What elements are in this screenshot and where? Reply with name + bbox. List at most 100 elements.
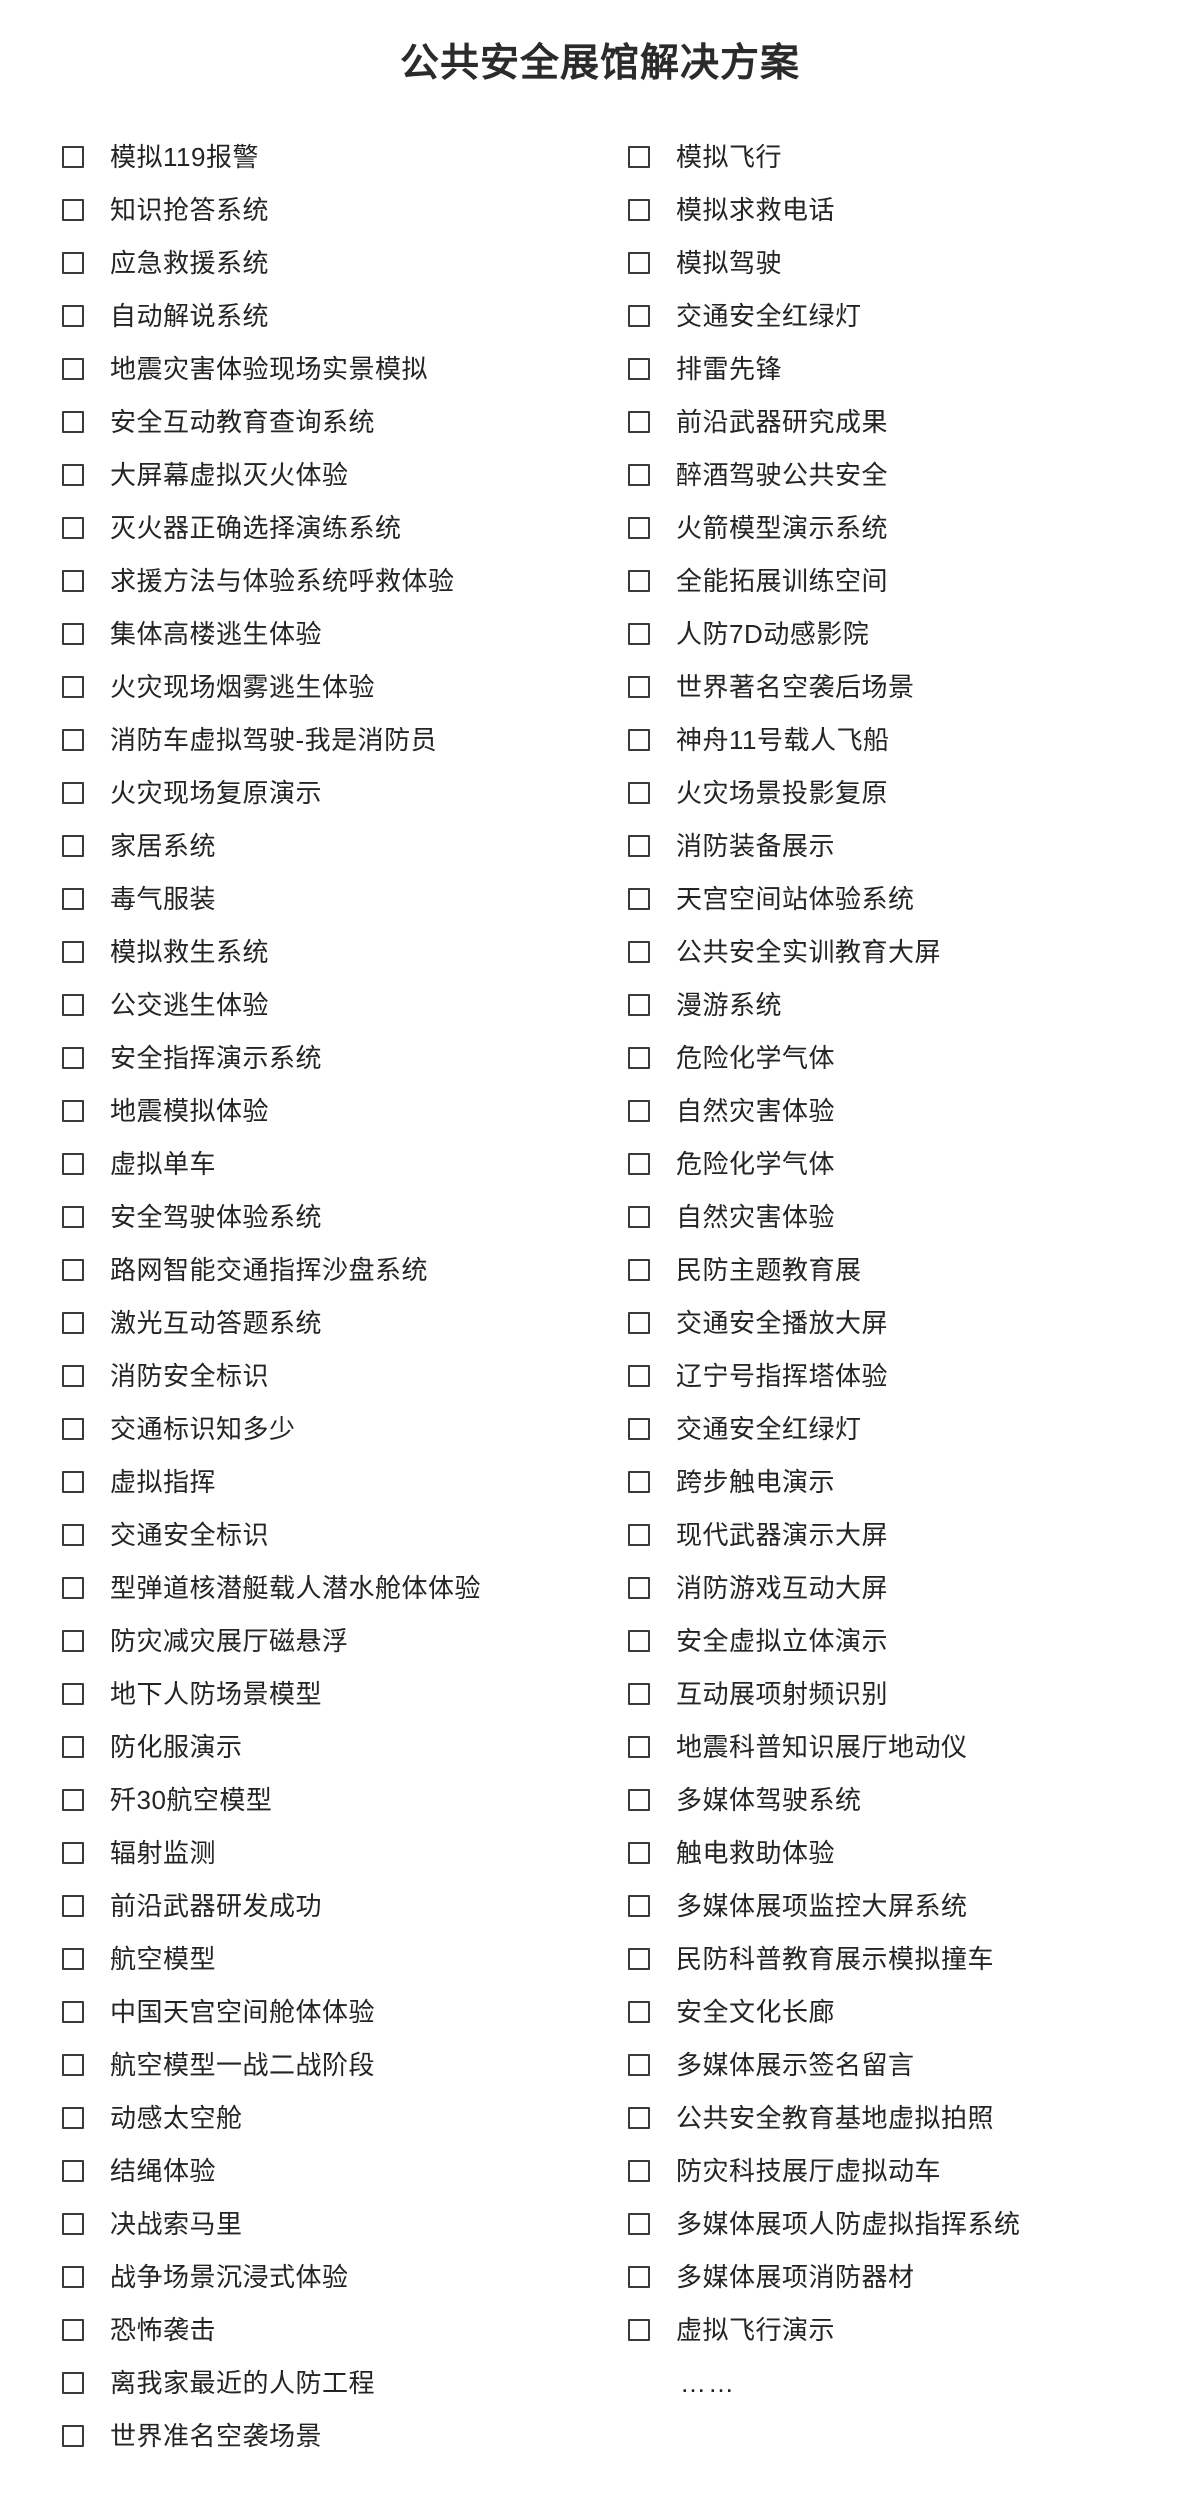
- checkbox-icon[interactable]: [62, 2425, 84, 2448]
- checklist-item[interactable]: 安全驾驶体验系统: [62, 1191, 620, 1244]
- checklist-item[interactable]: 离我家最近的人防工程: [62, 2357, 620, 2410]
- checkbox-icon[interactable]: [628, 782, 650, 805]
- checklist-item[interactable]: 火箭模型演示系统: [628, 502, 1200, 555]
- checkbox-icon[interactable]: [628, 517, 650, 540]
- checkbox-icon[interactable]: [62, 729, 84, 752]
- checklist-item[interactable]: 人防7D动感影院: [628, 608, 1200, 661]
- checkbox-icon[interactable]: [628, 2213, 650, 2236]
- checklist-item[interactable]: 恐怖袭击: [62, 2304, 620, 2357]
- checkbox-icon[interactable]: [628, 2001, 650, 2024]
- checkbox-icon[interactable]: [628, 1471, 650, 1494]
- checkbox-icon[interactable]: [62, 1153, 84, 1176]
- checklist-item[interactable]: 神舟11号载人飞船: [628, 714, 1200, 767]
- checklist-item[interactable]: 漫游系统: [628, 979, 1200, 1032]
- checkbox-icon[interactable]: [628, 1365, 650, 1388]
- checkbox-icon[interactable]: [62, 2266, 84, 2289]
- checklist-item[interactable]: 防化服演示: [62, 1721, 620, 1774]
- checkbox-icon[interactable]: [62, 1471, 84, 1494]
- checkbox-icon[interactable]: [62, 2001, 84, 2024]
- checklist-item[interactable]: 跨步触电演示: [628, 1456, 1200, 1509]
- checkbox-icon[interactable]: [628, 888, 650, 911]
- checkbox-icon[interactable]: [628, 199, 650, 222]
- checkbox-icon[interactable]: [628, 305, 650, 328]
- checkbox-icon[interactable]: [62, 1524, 84, 1547]
- checklist-item[interactable]: 型弹道核潜艇载人潜水舱体体验: [62, 1562, 620, 1615]
- checkbox-icon[interactable]: [62, 1259, 84, 1282]
- checkbox-icon[interactable]: [62, 1842, 84, 1865]
- checkbox-icon[interactable]: [62, 411, 84, 434]
- checkbox-icon[interactable]: [628, 1683, 650, 1706]
- checklist-item[interactable]: 多媒体展示签名留言: [628, 2039, 1200, 2092]
- checklist-item[interactable]: 火灾现场复原演示: [62, 767, 620, 820]
- checkbox-icon[interactable]: [628, 1312, 650, 1335]
- checklist-item[interactable]: 互动展项射频识别: [628, 1668, 1200, 1721]
- checkbox-icon[interactable]: [628, 146, 650, 169]
- checklist-item[interactable]: 交通安全标识: [62, 1509, 620, 1562]
- checklist-item[interactable]: 地下人防场景模型: [62, 1668, 620, 1721]
- checklist-item[interactable]: 模拟驾驶: [628, 237, 1200, 290]
- checklist-item[interactable]: 自然灾害体验: [628, 1191, 1200, 1244]
- checklist-item[interactable]: 交通安全播放大屏: [628, 1297, 1200, 1350]
- checklist-item[interactable]: 多媒体驾驶系统: [628, 1774, 1200, 1827]
- checkbox-icon[interactable]: [62, 1365, 84, 1388]
- checkbox-icon[interactable]: [628, 411, 650, 434]
- checklist-item[interactable]: 家居系统: [62, 820, 620, 873]
- checklist-item[interactable]: 公共安全教育基地虚拟拍照: [628, 2092, 1200, 2145]
- checkbox-icon[interactable]: [62, 676, 84, 699]
- checklist-item[interactable]: 自然灾害体验: [628, 1085, 1200, 1138]
- checklist-item[interactable]: 求援方法与体验系统呼救体验: [62, 555, 620, 608]
- checklist-item[interactable]: 辽宁号指挥塔体验: [628, 1350, 1200, 1403]
- checklist-item[interactable]: 消防游戏互动大屏: [628, 1562, 1200, 1615]
- checkbox-icon[interactable]: [628, 729, 650, 752]
- checklist-item[interactable]: 集体高楼逃生体验: [62, 608, 620, 661]
- checkbox-icon[interactable]: [628, 464, 650, 487]
- checkbox-icon[interactable]: [62, 358, 84, 381]
- checklist-item[interactable]: 毒气服装: [62, 873, 620, 926]
- checkbox-icon[interactable]: [62, 1047, 84, 1070]
- checklist-item[interactable]: 多媒体展项监控大屏系统: [628, 1880, 1200, 1933]
- checklist-item[interactable]: 民防主题教育展: [628, 1244, 1200, 1297]
- checkbox-icon[interactable]: [62, 517, 84, 540]
- checklist-item[interactable]: 交通标识知多少: [62, 1403, 620, 1456]
- checkbox-icon[interactable]: [628, 1895, 650, 1918]
- checkbox-icon[interactable]: [62, 994, 84, 1017]
- checklist-item[interactable]: 消防车虚拟驾驶-我是消防员: [62, 714, 620, 767]
- checkbox-icon[interactable]: [628, 994, 650, 1017]
- checkbox-icon[interactable]: [628, 2107, 650, 2130]
- checkbox-icon[interactable]: [62, 252, 84, 275]
- checklist-item[interactable]: 排雷先锋: [628, 343, 1200, 396]
- checkbox-icon[interactable]: [628, 252, 650, 275]
- checklist-item[interactable]: 决战索马里: [62, 2198, 620, 2251]
- checklist-item[interactable]: 现代武器演示大屏: [628, 1509, 1200, 1562]
- checklist-item[interactable]: 模拟求救电话: [628, 184, 1200, 237]
- checkbox-icon[interactable]: [62, 1683, 84, 1706]
- checklist-item[interactable]: 地震灾害体验现场实景模拟: [62, 343, 620, 396]
- checkbox-icon[interactable]: [628, 570, 650, 593]
- checkbox-icon[interactable]: [62, 835, 84, 858]
- checklist-item[interactable]: 前沿武器研发成功: [62, 1880, 620, 1933]
- checkbox-icon[interactable]: [62, 1577, 84, 1600]
- checklist-item[interactable]: 模拟救生系统: [62, 926, 620, 979]
- checklist-item[interactable]: 多媒体展项消防器材: [628, 2251, 1200, 2304]
- checkbox-icon[interactable]: [628, 1418, 650, 1441]
- checklist-item[interactable]: 公交逃生体验: [62, 979, 620, 1032]
- checklist-item[interactable]: 安全虚拟立体演示: [628, 1615, 1200, 1668]
- checkbox-icon[interactable]: [62, 2107, 84, 2130]
- checkbox-icon[interactable]: [628, 1630, 650, 1653]
- checklist-item[interactable]: 中国天宫空间舱体体验: [62, 1986, 620, 2039]
- checkbox-icon[interactable]: [62, 1418, 84, 1441]
- checkbox-icon[interactable]: [62, 1789, 84, 1812]
- checkbox-icon[interactable]: [628, 1736, 650, 1759]
- checkbox-icon[interactable]: [628, 1259, 650, 1282]
- checklist-item[interactable]: 全能拓展训练空间: [628, 555, 1200, 608]
- checklist-item[interactable]: 公共安全实训教育大屏: [628, 926, 1200, 979]
- checkbox-icon[interactable]: [62, 1948, 84, 1971]
- checklist-item[interactable]: 歼30航空模型: [62, 1774, 620, 1827]
- checklist-item[interactable]: 航空模型一战二战阶段: [62, 2039, 620, 2092]
- checkbox-icon[interactable]: [628, 676, 650, 699]
- checklist-item[interactable]: 触电救助体验: [628, 1827, 1200, 1880]
- checkbox-icon[interactable]: [62, 1100, 84, 1123]
- checklist-item[interactable]: 航空模型: [62, 1933, 620, 1986]
- checkbox-icon[interactable]: [62, 2054, 84, 2077]
- checkbox-icon[interactable]: [62, 782, 84, 805]
